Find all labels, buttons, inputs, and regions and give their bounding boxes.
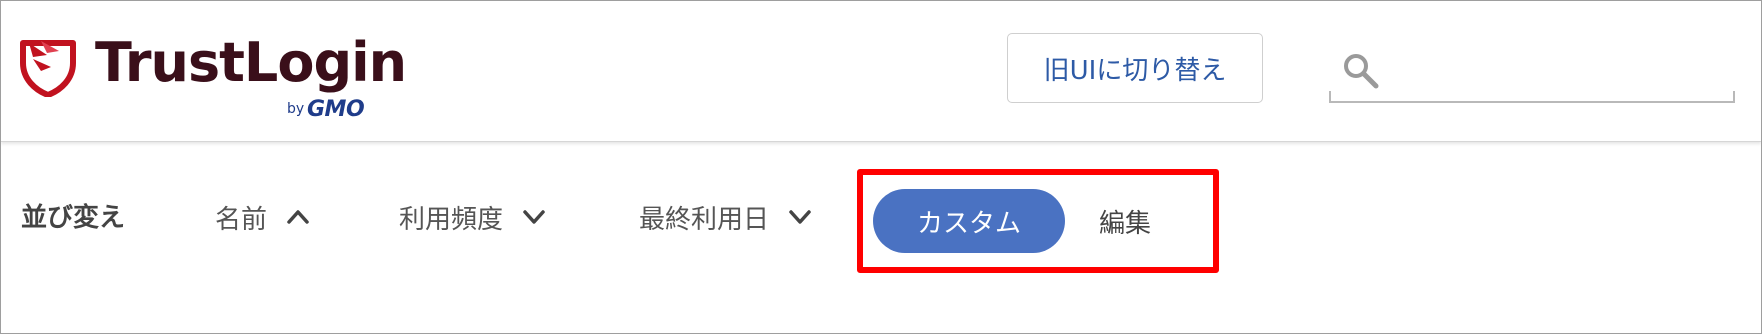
sort-by-name-label: 名前 <box>215 204 268 235</box>
search-icon <box>1344 54 1379 89</box>
brand-by: by <box>287 101 305 117</box>
brand-company: GMO <box>307 97 365 122</box>
chevron-down-icon <box>523 210 545 224</box>
sort-bar: 並び変え 名前 利用頻度 最終利用日 カスタム 編集 <box>1 141 1761 333</box>
sort-by-name[interactable]: 名前 <box>215 197 311 237</box>
brand-name: TrustLogin <box>95 31 407 94</box>
top-header: TrustLogin by GMO 旧UIに切り替え <box>1 1 1761 142</box>
edit-order-button[interactable]: 編集 <box>1099 203 1151 240</box>
sort-by-last-used-label: 最終利用日 <box>639 204 770 235</box>
switch-old-ui-button[interactable]: 旧UIに切り替え <box>1007 33 1263 103</box>
sort-by-frequency[interactable]: 利用頻度 <box>399 197 547 237</box>
sort-by-frequency-label: 利用頻度 <box>399 204 504 235</box>
sort-custom-button[interactable]: カスタム <box>873 189 1065 253</box>
app-frame: TrustLogin by GMO 旧UIに切り替え 並び変え 名前 利用頻度 <box>0 0 1762 334</box>
sort-by-last-used[interactable]: 最終利用日 <box>639 197 813 237</box>
sort-label: 並び変え <box>21 203 126 233</box>
chevron-up-icon <box>287 210 309 224</box>
search-field[interactable] <box>1329 41 1735 103</box>
chevron-down-icon <box>789 210 811 224</box>
shield-logo-icon <box>20 40 76 97</box>
